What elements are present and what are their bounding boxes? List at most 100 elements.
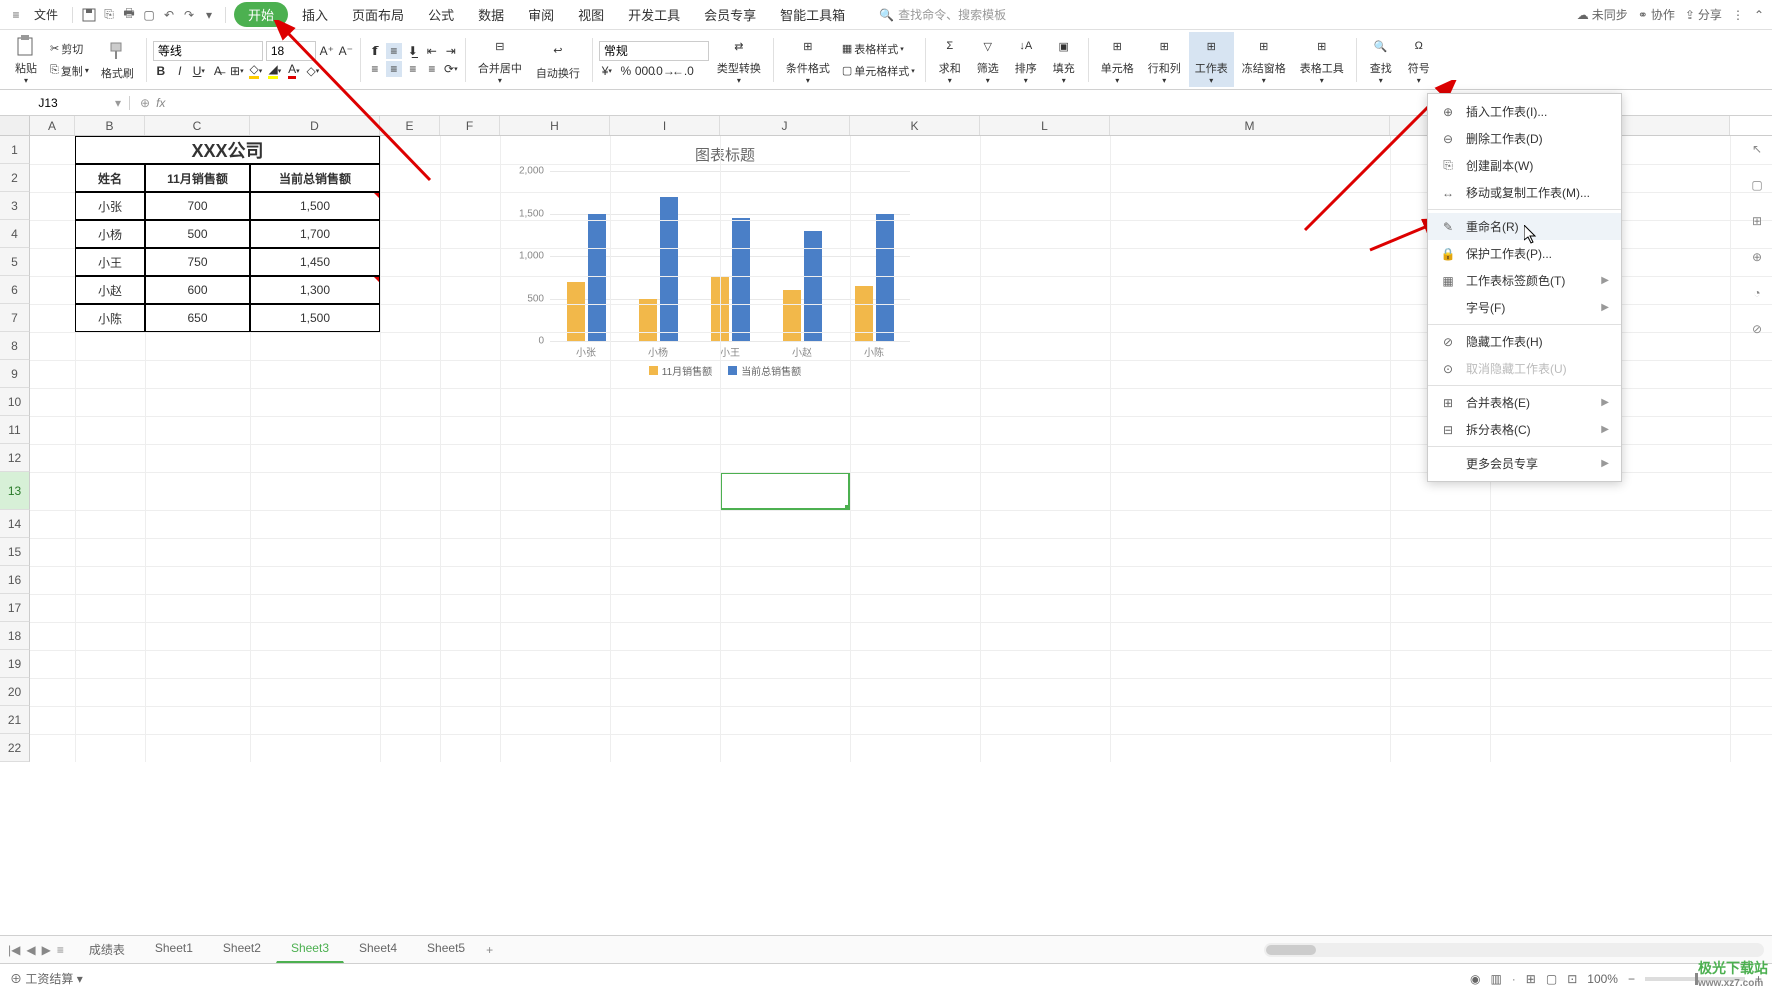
select-all-corner[interactable] [0, 116, 30, 135]
col-head-B[interactable]: B [75, 116, 145, 135]
row-head-3[interactable]: 3 [0, 192, 30, 220]
cell-ref-input[interactable] [8, 96, 88, 110]
tab-start[interactable]: 开始 [234, 2, 288, 27]
cell[interactable]: 小杨 [75, 220, 145, 248]
format-painter-button[interactable]: 格式刷 [95, 37, 140, 83]
zoom-out-icon[interactable]: − [1628, 972, 1635, 986]
sheet-tab[interactable]: Sheet4 [344, 936, 412, 963]
col-head-K[interactable]: K [850, 116, 980, 135]
row-head-13[interactable]: 13 [0, 472, 30, 510]
row-head-1[interactable]: 1 [0, 136, 30, 164]
file-menu[interactable]: 文件 [34, 6, 58, 23]
clear-format-icon[interactable]: ◇▾ [305, 63, 321, 79]
tab-view[interactable]: 视图 [568, 1, 614, 28]
align-top-icon[interactable]: ⬆̄ [367, 43, 383, 59]
row-head-18[interactable]: 18 [0, 622, 30, 650]
menu-item[interactable]: ⊘隐藏工作表(H) [1428, 328, 1621, 355]
row-head-5[interactable]: 5 [0, 248, 30, 276]
sheet-prev-icon[interactable]: ◀ [26, 943, 35, 957]
undo-icon[interactable]: ↶ [161, 7, 177, 23]
collab-button[interactable]: ⚭协作 [1638, 6, 1675, 23]
tab-review[interactable]: 审阅 [518, 1, 564, 28]
cell[interactable]: 当前总销售额 [250, 164, 380, 192]
sheet-next-icon[interactable]: ▶ [42, 943, 51, 957]
row-head-10[interactable]: 10 [0, 388, 30, 416]
dropdown-icon[interactable]: ▾ [201, 7, 217, 23]
decrease-font-icon[interactable]: A⁻ [338, 43, 354, 59]
indent-right-icon[interactable]: ⇥ [443, 43, 459, 59]
sheet-list-icon[interactable]: ≡ [57, 943, 64, 957]
menu-item[interactable]: ▦工作表标签颜色(T)▶ [1428, 267, 1621, 294]
bar[interactable] [783, 290, 801, 341]
align-justify-icon[interactable]: ≡ [424, 61, 440, 77]
sheet-tab[interactable]: 成绩表 [74, 936, 140, 963]
menu-item[interactable]: ⊟拆分表格(C)▶ [1428, 416, 1621, 443]
menu-item[interactable]: 更多会员专享▶ [1428, 450, 1621, 477]
sheet-tab[interactable]: Sheet3 [276, 936, 344, 963]
cell[interactable]: 1,300 [250, 276, 380, 304]
cell[interactable]: 小王 [75, 248, 145, 276]
increase-font-icon[interactable]: A⁺ [319, 43, 335, 59]
bar[interactable] [732, 218, 750, 341]
row-head-15[interactable]: 15 [0, 538, 30, 566]
table-style-button[interactable]: ▦表格样式▾ [838, 39, 919, 59]
mode-indicator[interactable]: ⊕ 工资结算 ▾ [10, 970, 83, 987]
worksheet-button[interactable]: ⊞工作表▾ [1189, 32, 1234, 87]
row-head-21[interactable]: 21 [0, 706, 30, 734]
sidebar-backup-icon[interactable]: ◔ [1748, 284, 1766, 302]
cell[interactable]: 1,500 [250, 192, 380, 220]
sync-status[interactable]: ☁未同步 [1577, 6, 1628, 23]
col-head-D[interactable]: D [250, 116, 380, 135]
fx-tool-icon[interactable]: ⊕ [140, 96, 150, 110]
menu-item[interactable]: ⊞合并表格(E)▶ [1428, 389, 1621, 416]
row-head-17[interactable]: 17 [0, 594, 30, 622]
cond-format-button[interactable]: ⊞条件格式▾ [780, 32, 836, 87]
tab-member[interactable]: 会员专享 [694, 1, 766, 28]
cell[interactable]: 11月销售额 [145, 164, 250, 192]
symbol-button[interactable]: Ω符号▾ [1401, 32, 1437, 87]
row-head-9[interactable]: 9 [0, 360, 30, 388]
strike-icon[interactable]: A̶ [210, 63, 226, 79]
align-bottom-icon[interactable]: ⬇̲ [405, 43, 421, 59]
zoom-label[interactable]: 100% [1587, 972, 1618, 986]
view-normal-icon[interactable]: ⊞ [1526, 972, 1536, 986]
row-head-8[interactable]: 8 [0, 332, 30, 360]
bar[interactable] [660, 197, 678, 342]
tab-smart[interactable]: 智能工具箱 [770, 1, 855, 28]
row-head-22[interactable]: 22 [0, 734, 30, 762]
find-button[interactable]: 🔍查找▾ [1363, 32, 1399, 87]
view-icon-1[interactable]: ◉ [1470, 972, 1480, 986]
menu-item[interactable]: ✎重命名(R) [1428, 213, 1621, 240]
share-button[interactable]: ⇪分享 [1685, 6, 1722, 23]
font-size-select[interactable] [266, 41, 316, 61]
tab-layout[interactable]: 页面布局 [342, 1, 414, 28]
row-head-11[interactable]: 11 [0, 416, 30, 444]
cell[interactable]: 1,450 [250, 248, 380, 276]
sidebar-select-icon[interactable]: ↖ [1748, 140, 1766, 158]
sum-button[interactable]: Σ求和▾ [932, 32, 968, 87]
col-head-H[interactable]: H [500, 116, 610, 135]
cell[interactable]: 600 [145, 276, 250, 304]
table-tool-button[interactable]: ⊞表格工具▾ [1294, 32, 1350, 87]
sidebar-style-icon[interactable]: ▢ [1748, 176, 1766, 194]
view-icon-3[interactable]: · [1512, 972, 1516, 986]
cell[interactable]: 小陈 [75, 304, 145, 332]
col-head-I[interactable]: I [610, 116, 720, 135]
command-search[interactable]: 🔍 查找命令、搜索模板 [879, 6, 1006, 23]
merge-button[interactable]: ⊟合并居中▾ [472, 32, 528, 87]
paste-button[interactable]: 粘贴▾ [8, 32, 44, 87]
border-icon[interactable]: ⊞▾ [229, 63, 245, 79]
view-icon-2[interactable]: ▥ [1490, 972, 1501, 986]
bar[interactable] [876, 214, 894, 342]
wrap-button[interactable]: ↩自动换行 [530, 37, 586, 83]
collapse-icon[interactable]: ⌃ [1754, 8, 1764, 22]
sort-button[interactable]: ↓A排序▾ [1008, 32, 1044, 87]
menu-item[interactable]: ⊕插入工作表(I)... [1428, 98, 1621, 125]
cell[interactable]: XXX公司 [75, 136, 380, 164]
row-head-6[interactable]: 6 [0, 276, 30, 304]
row-head-20[interactable]: 20 [0, 678, 30, 706]
cell[interactable]: 小张 [75, 192, 145, 220]
cell-button[interactable]: ⊞单元格▾ [1095, 32, 1140, 87]
chart[interactable]: 图表标题 05001,0001,5002,000小张小杨小王小赵小陈 11月销售… [500, 138, 950, 378]
fill-color-icon[interactable]: ◇▾ [248, 63, 264, 79]
